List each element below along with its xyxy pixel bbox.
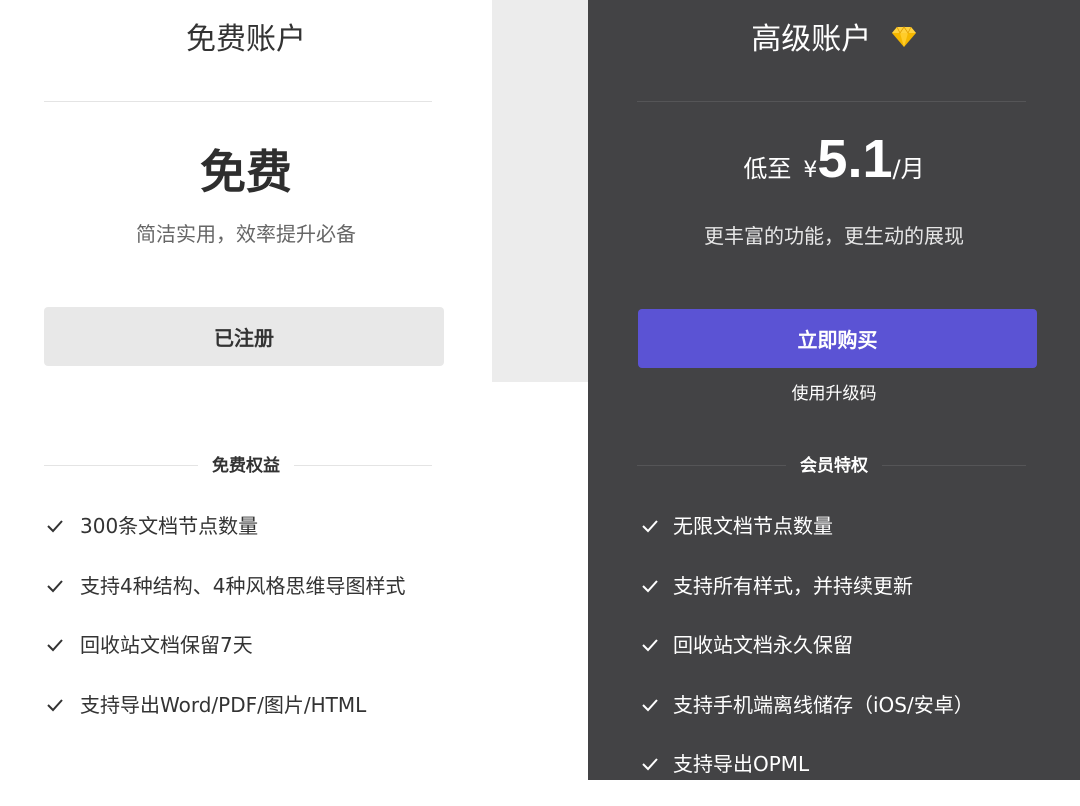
feature-item: 300条文档节点数量 xyxy=(0,508,492,568)
background-gap-lower xyxy=(492,382,588,780)
premium-plan-price: 低至 ¥5.1/月 xyxy=(588,128,1080,190)
registered-button[interactable]: 已注册 xyxy=(44,307,444,366)
feature-item: 回收站文档保留7天 xyxy=(0,627,492,687)
check-icon xyxy=(47,639,63,652)
free-plan-subtitle: 简洁实用，效率提升必备 xyxy=(136,222,356,246)
premium-plan-subtitle: 更丰富的功能，更生动的展现 xyxy=(704,224,964,248)
feature-label: 无限文档节点数量 xyxy=(673,514,833,538)
check-icon xyxy=(47,579,63,592)
feature-label: 支持导出OPML xyxy=(673,752,810,776)
feature-item: 回收站文档永久保留 xyxy=(588,627,1080,687)
free-plan-price: 免费 xyxy=(200,146,292,198)
feature-item: 支持4种结构、4种风格思维导图样式 xyxy=(0,568,492,628)
buy-now-button[interactable]: 立即购买 xyxy=(638,309,1037,368)
feature-item: 支持导出Word/PDF/图片/HTML xyxy=(0,687,492,747)
free-feature-list: 300条文档节点数量 支持4种结构、4种风格思维导图样式 回收站文档保留7天 支… xyxy=(0,508,492,746)
check-icon xyxy=(642,639,658,652)
premium-plan-title-row: 高级账户 xyxy=(588,14,1080,58)
feature-label: 回收站文档保留7天 xyxy=(80,633,253,657)
free-plan-title: 免费账户 xyxy=(186,22,306,57)
premium-plan-divider xyxy=(637,101,1026,102)
premium-feature-list: 无限文档节点数量 支持所有样式，并持续更新 回收站文档永久保留 支持手机端离线储… xyxy=(588,508,1080,806)
check-icon xyxy=(642,520,658,533)
member-privileges-header: 会员特权 xyxy=(588,452,1080,480)
feature-label: 支持手机端离线储存（iOS/安卓） xyxy=(673,692,974,717)
check-icon xyxy=(47,520,63,533)
upgrade-code-link[interactable]: 使用升级码 xyxy=(588,379,1080,404)
free-plan-card: 免费账户 免费 简洁实用，效率提升必备 已注册 免费权益 300条文档节点数量 … xyxy=(0,0,492,780)
feature-label: 回收站文档永久保留 xyxy=(673,633,853,657)
feature-item: 支持所有样式，并持续更新 xyxy=(588,568,1080,628)
feature-item: 无限文档节点数量 xyxy=(588,508,1080,568)
feature-item: 支持手机端离线储存（iOS/安卓） xyxy=(588,687,1080,747)
feature-label: 300条文档节点数量 xyxy=(80,514,259,538)
check-icon xyxy=(47,698,63,711)
feature-label: 支持导出Word/PDF/图片/HTML xyxy=(80,692,367,717)
price-currency: ¥ xyxy=(803,158,818,183)
check-icon xyxy=(642,579,658,592)
check-icon xyxy=(642,698,658,711)
diamond-icon xyxy=(891,25,916,47)
price-value: 5.1 xyxy=(817,129,893,189)
background-gap xyxy=(492,0,588,382)
price-unit: /月 xyxy=(892,155,925,183)
free-plan-divider xyxy=(44,101,432,102)
check-icon xyxy=(642,758,658,771)
member-privileges-label: 会员特权 xyxy=(786,452,882,480)
feature-label: 支持所有样式，并持续更新 xyxy=(673,573,913,598)
feature-item: 支持导出OPML xyxy=(588,746,1080,806)
feature-label: 支持4种结构、4种风格思维导图样式 xyxy=(80,573,406,598)
free-benefits-label: 免费权益 xyxy=(198,452,294,480)
free-benefits-header: 免费权益 xyxy=(0,452,492,480)
price-prefix: 低至 xyxy=(743,155,792,183)
premium-plan-title: 高级账户 xyxy=(751,22,872,57)
premium-plan-card: 高级账户 低至 ¥5.1/月 更丰富的功能，更生动的展现 立即购买 使用升级码 会… xyxy=(588,0,1080,780)
